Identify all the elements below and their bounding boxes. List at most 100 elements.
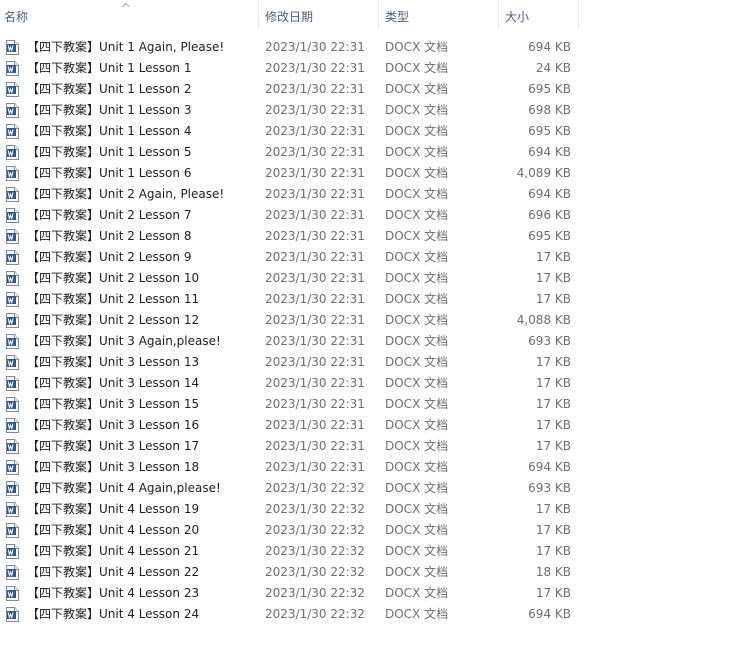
column-header-type[interactable]: 类型	[385, 0, 409, 31]
file-name: 【四下教案】Unit 4 Lesson 22	[27, 565, 200, 579]
file-row[interactable]: 【四下教案】Unit 1 Lesson 3 2023/1/30 22:31 DO…	[0, 100, 732, 121]
file-type: DOCX 文档	[385, 124, 449, 138]
word-document-icon	[6, 607, 19, 622]
file-type: DOCX 文档	[385, 145, 449, 159]
file-size: 694 KB	[528, 607, 571, 621]
file-type: DOCX 文档	[385, 40, 449, 54]
column-divider[interactable]	[258, 0, 259, 28]
file-row[interactable]: 【四下教案】Unit 3 Again,please! 2023/1/30 22:…	[0, 331, 732, 352]
file-row[interactable]: 【四下教案】Unit 3 Lesson 18 2023/1/30 22:31 D…	[0, 457, 732, 478]
file-modified-date: 2023/1/30 22:32	[265, 523, 365, 537]
file-modified-date: 2023/1/30 22:31	[265, 124, 365, 138]
file-type: DOCX 文档	[385, 397, 449, 411]
file-modified-date: 2023/1/30 22:31	[265, 145, 365, 159]
file-modified-date: 2023/1/30 22:32	[265, 502, 365, 516]
word-document-icon	[6, 229, 19, 244]
file-row[interactable]: 【四下教案】Unit 1 Lesson 5 2023/1/30 22:31 DO…	[0, 142, 732, 163]
file-name: 【四下教案】Unit 1 Lesson 3	[27, 103, 192, 117]
file-modified-date: 2023/1/30 22:31	[265, 103, 365, 117]
file-type: DOCX 文档	[385, 166, 449, 180]
file-row[interactable]: 【四下教案】Unit 2 Lesson 10 2023/1/30 22:31 D…	[0, 268, 732, 289]
file-modified-date: 2023/1/30 22:31	[265, 460, 365, 474]
file-size: 18 KB	[535, 565, 571, 579]
file-row[interactable]: 【四下教案】Unit 3 Lesson 17 2023/1/30 22:31 D…	[0, 436, 732, 457]
file-name: 【四下教案】Unit 3 Lesson 13	[27, 355, 200, 369]
file-modified-date: 2023/1/30 22:31	[265, 61, 365, 75]
word-document-icon	[6, 418, 19, 433]
file-name: 【四下教案】Unit 1 Lesson 5	[27, 145, 192, 159]
word-document-icon	[6, 292, 19, 307]
file-name: 【四下教案】Unit 4 Lesson 24	[27, 607, 200, 621]
column-header-bar: 名称 修改日期 类型 大小	[0, 0, 732, 31]
word-document-icon	[6, 271, 19, 286]
file-row[interactable]: 【四下教案】Unit 4 Lesson 20 2023/1/30 22:32 D…	[0, 520, 732, 541]
file-row[interactable]: 【四下教案】Unit 3 Lesson 15 2023/1/30 22:31 D…	[0, 394, 732, 415]
column-divider[interactable]	[578, 0, 579, 28]
column-divider[interactable]	[498, 0, 499, 28]
file-row[interactable]: 【四下教案】Unit 1 Lesson 6 2023/1/30 22:31 DO…	[0, 163, 732, 184]
word-document-icon	[6, 250, 19, 265]
file-modified-date: 2023/1/30 22:31	[265, 355, 365, 369]
file-type: DOCX 文档	[385, 208, 449, 222]
file-row[interactable]: 【四下教案】Unit 1 Lesson 2 2023/1/30 22:31 DO…	[0, 79, 732, 100]
word-document-icon	[6, 544, 19, 559]
word-document-icon	[6, 40, 19, 55]
file-row[interactable]: 【四下教案】Unit 4 Again,please! 2023/1/30 22:…	[0, 478, 732, 499]
file-type: DOCX 文档	[385, 313, 449, 327]
file-size: 17 KB	[535, 544, 571, 558]
word-document-icon	[6, 565, 19, 580]
file-size: 698 KB	[528, 103, 571, 117]
file-size: 695 KB	[528, 82, 571, 96]
file-modified-date: 2023/1/30 22:32	[265, 586, 365, 600]
file-name: 【四下教案】Unit 3 Lesson 16	[27, 418, 200, 432]
file-row[interactable]: 【四下教案】Unit 2 Lesson 11 2023/1/30 22:31 D…	[0, 289, 732, 310]
file-name: 【四下教案】Unit 3 Lesson 14	[27, 376, 200, 390]
word-document-icon	[6, 460, 19, 475]
column-header-size[interactable]: 大小	[505, 0, 529, 31]
file-row[interactable]: 【四下教案】Unit 2 Lesson 7 2023/1/30 22:31 DO…	[0, 205, 732, 226]
file-type: DOCX 文档	[385, 544, 449, 558]
file-row[interactable]: 【四下教案】Unit 4 Lesson 22 2023/1/30 22:32 D…	[0, 562, 732, 583]
file-row[interactable]: 【四下教案】Unit 3 Lesson 14 2023/1/30 22:31 D…	[0, 373, 732, 394]
file-type: DOCX 文档	[385, 82, 449, 96]
file-row[interactable]: 【四下教案】Unit 2 Lesson 9 2023/1/30 22:31 DO…	[0, 247, 732, 268]
file-row[interactable]: 【四下教案】Unit 4 Lesson 19 2023/1/30 22:32 D…	[0, 499, 732, 520]
file-row[interactable]: 【四下教案】Unit 4 Lesson 23 2023/1/30 22:32 D…	[0, 583, 732, 604]
file-row[interactable]: 【四下教案】Unit 1 Lesson 1 2023/1/30 22:31 DO…	[0, 58, 732, 79]
column-divider[interactable]	[378, 0, 379, 28]
file-type: DOCX 文档	[385, 586, 449, 600]
file-modified-date: 2023/1/30 22:32	[265, 544, 365, 558]
file-type: DOCX 文档	[385, 355, 449, 369]
file-modified-date: 2023/1/30 22:31	[265, 208, 365, 222]
file-modified-date: 2023/1/30 22:31	[265, 313, 365, 327]
file-size: 695 KB	[528, 229, 571, 243]
file-row[interactable]: 【四下教案】Unit 2 Again, Please! 2023/1/30 22…	[0, 184, 732, 205]
file-row[interactable]: 【四下教案】Unit 4 Lesson 21 2023/1/30 22:32 D…	[0, 541, 732, 562]
column-header-date[interactable]: 修改日期	[265, 0, 313, 31]
word-document-icon	[6, 103, 19, 118]
file-size: 24 KB	[535, 61, 571, 75]
file-row[interactable]: 【四下教案】Unit 3 Lesson 16 2023/1/30 22:31 D…	[0, 415, 732, 436]
file-row[interactable]: 【四下教案】Unit 4 Lesson 24 2023/1/30 22:32 D…	[0, 604, 732, 625]
file-row[interactable]: 【四下教案】Unit 2 Lesson 12 2023/1/30 22:31 D…	[0, 310, 732, 331]
word-document-icon	[6, 208, 19, 223]
file-size: 694 KB	[528, 40, 571, 54]
file-row[interactable]: 【四下教案】Unit 1 Lesson 4 2023/1/30 22:31 DO…	[0, 121, 732, 142]
file-row[interactable]: 【四下教案】Unit 1 Again, Please! 2023/1/30 22…	[0, 37, 732, 58]
file-size: 695 KB	[528, 124, 571, 138]
file-type: DOCX 文档	[385, 502, 449, 516]
file-name: 【四下教案】Unit 4 Again,please!	[27, 481, 221, 495]
column-header-name[interactable]: 名称	[4, 0, 28, 31]
word-document-icon	[6, 355, 19, 370]
file-row[interactable]: 【四下教案】Unit 2 Lesson 8 2023/1/30 22:31 DO…	[0, 226, 732, 247]
word-document-icon	[6, 313, 19, 328]
file-modified-date: 2023/1/30 22:31	[265, 334, 365, 348]
word-document-icon	[6, 397, 19, 412]
file-type: DOCX 文档	[385, 103, 449, 117]
file-name: 【四下教案】Unit 2 Lesson 11	[27, 292, 200, 306]
file-modified-date: 2023/1/30 22:31	[265, 376, 365, 390]
file-modified-date: 2023/1/30 22:31	[265, 229, 365, 243]
word-document-icon	[6, 61, 19, 76]
file-row[interactable]: 【四下教案】Unit 3 Lesson 13 2023/1/30 22:31 D…	[0, 352, 732, 373]
file-type: DOCX 文档	[385, 481, 449, 495]
